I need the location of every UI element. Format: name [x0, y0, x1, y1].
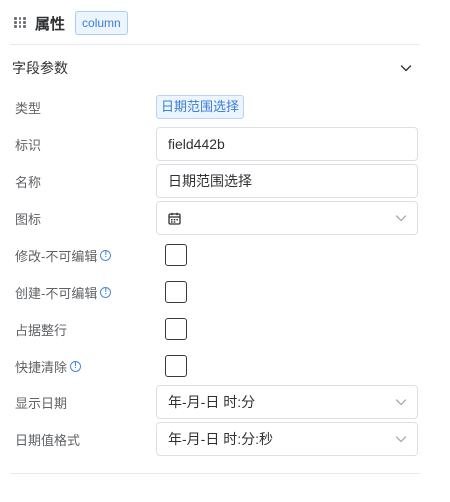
panel-header: 属性 column [14, 10, 128, 36]
edit-readonly-text: 修改-不可编辑 [15, 248, 98, 264]
date-value-format-value: 年-月-日 时:分:秒 [168, 431, 273, 447]
full-row-checkbox[interactable] [165, 318, 187, 340]
date-value-format-select[interactable]: 年-月-日 时:分:秒 [156, 422, 418, 456]
chevron-down-icon[interactable] [395, 212, 407, 224]
row-type: 类型 日期范围选择 [15, 94, 419, 120]
edit-readonly-label: 修改-不可编辑 ! [15, 246, 156, 265]
create-readonly-label: 创建-不可编辑 ! [15, 283, 156, 302]
info-icon[interactable]: ! [100, 249, 112, 261]
chevron-down-icon[interactable] [395, 396, 407, 408]
row-create-readonly: 创建-不可编辑 ! [15, 280, 419, 304]
icon-select[interactable] [156, 201, 418, 235]
name-value: 日期范围选择 [168, 173, 252, 189]
name-input[interactable]: 日期范围选择 [156, 164, 418, 198]
section-title: 字段参数 [12, 60, 68, 76]
row-display-date: 显示日期 年-月-日 时:分 [15, 385, 419, 419]
create-readonly-checkbox[interactable] [165, 281, 187, 303]
section-field-params[interactable]: 字段参数 [12, 56, 412, 80]
date-value-format-label: 日期值格式 [15, 432, 81, 448]
type-label: 类型 [15, 100, 42, 116]
type-tag: 日期范围选择 [156, 95, 245, 119]
header-divider [10, 44, 420, 45]
drag-handle-icon[interactable] [14, 17, 26, 29]
chevron-down-icon[interactable] [400, 62, 412, 74]
display-date-select[interactable]: 年-月-日 时:分 [156, 385, 418, 419]
name-label: 名称 [15, 174, 42, 190]
display-date-label: 显示日期 [15, 395, 68, 411]
calendar-icon [168, 212, 181, 225]
create-readonly-text: 创建-不可编辑 [15, 285, 98, 301]
properties-panel: 属性 column 字段参数 类型 日期范围选择 标识 field442b 名称… [0, 0, 450, 502]
identifier-input[interactable]: field442b [156, 127, 418, 161]
quick-clear-text: 快捷清除 [15, 359, 68, 375]
quick-clear-label: 快捷清除 ! [15, 357, 156, 376]
icon-label: 图标 [15, 211, 42, 227]
panel-title: 属性 [35, 15, 66, 33]
display-date-value: 年-月-日 时:分 [168, 394, 256, 410]
row-date-value-format: 日期值格式 年-月-日 时:分:秒 [15, 422, 419, 456]
identifier-value: field442b [168, 136, 225, 152]
identifier-label: 标识 [15, 137, 42, 153]
section-divider [10, 473, 420, 474]
edit-readonly-checkbox[interactable] [165, 244, 187, 266]
component-type-tag: column [75, 11, 128, 35]
quick-clear-checkbox[interactable] [165, 355, 187, 377]
row-identifier: 标识 field442b [15, 127, 419, 161]
row-name: 名称 日期范围选择 [15, 164, 419, 198]
row-full-row: 占据整行 [15, 317, 419, 341]
chevron-down-icon[interactable] [395, 433, 407, 445]
info-icon[interactable]: ! [100, 286, 112, 298]
row-edit-readonly: 修改-不可编辑 ! [15, 243, 419, 267]
row-quick-clear: 快捷清除 ! [15, 354, 419, 378]
row-icon: 图标 [15, 201, 419, 235]
info-icon[interactable]: ! [70, 360, 82, 372]
full-row-label: 占据整行 [15, 322, 68, 338]
